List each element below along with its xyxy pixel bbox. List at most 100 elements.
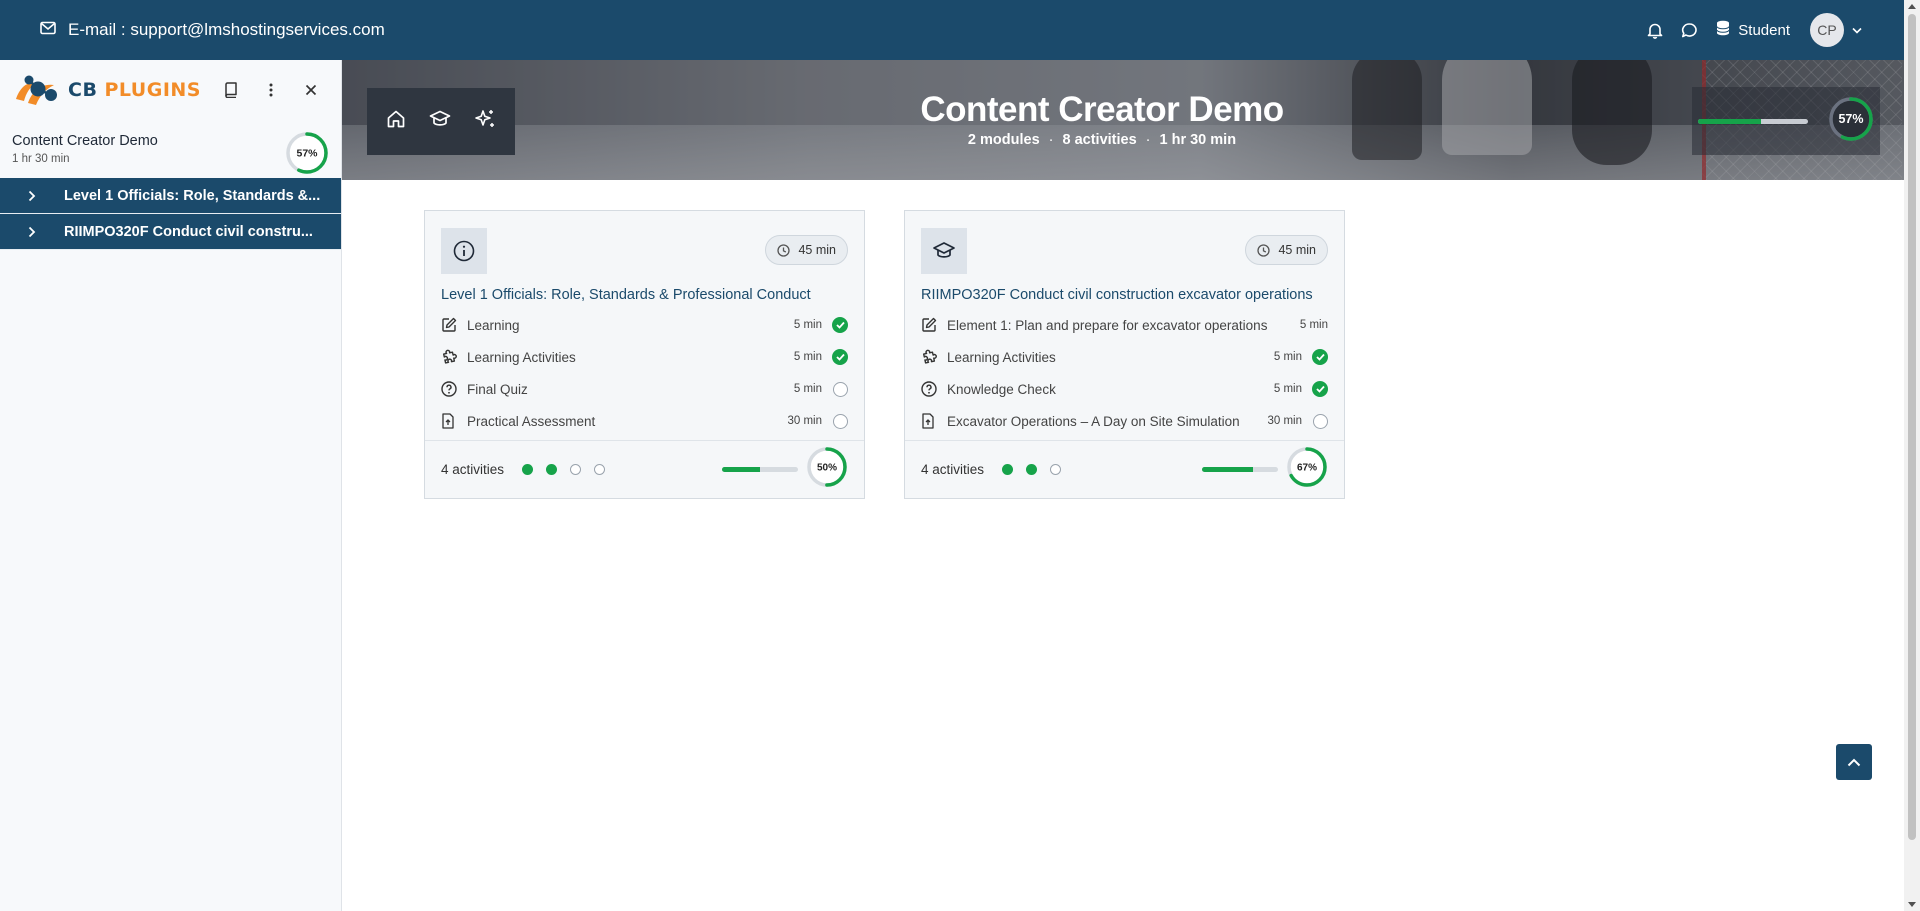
- activity-dot-incomplete: [594, 464, 606, 475]
- logo-word-cb: CB: [68, 79, 98, 101]
- clock-icon: [777, 243, 791, 257]
- module-footer: 4 activities 50%: [425, 440, 864, 498]
- scroll-up-arrow-icon[interactable]: [1908, 4, 1916, 9]
- support-email[interactable]: E-mail : support@lmshostingservices.com: [40, 20, 385, 40]
- scroll-down-arrow-icon[interactable]: [1908, 902, 1916, 907]
- question-icon: [921, 381, 947, 397]
- activity-dot-complete: [1002, 464, 1014, 475]
- activity-time: 5 min: [1273, 351, 1302, 363]
- activity-dot-incomplete: [1050, 464, 1062, 475]
- avatar[interactable]: CP: [1810, 13, 1844, 47]
- scroll-to-top-button[interactable]: [1836, 744, 1872, 780]
- course-hero-banner: Content Creator Demo 2 modules · 8 activit…: [342, 60, 1904, 180]
- chevron-down-icon[interactable]: [1852, 27, 1862, 34]
- clock-icon: [1257, 243, 1271, 257]
- course-progress-fill: [1698, 118, 1761, 124]
- completed-check-icon: [832, 349, 848, 365]
- top-bar: E-mail : support@lmshostingservices.com …: [0, 0, 1904, 60]
- sidebar-course-duration: 1 hr 30 min: [12, 153, 70, 165]
- page-scrollbar[interactable]: [1904, 0, 1920, 911]
- edit-icon: [441, 317, 467, 333]
- chevron-right-icon: [0, 226, 64, 238]
- activity-row[interactable]: Learning Activities 5 min: [921, 341, 1328, 373]
- activity-row[interactable]: Learning Activities 5 min: [441, 341, 848, 373]
- activity-label: Practical Assessment: [467, 413, 596, 429]
- scrollbar-thumb[interactable]: [1908, 14, 1916, 840]
- activity-time: 5 min: [1299, 319, 1328, 331]
- module-progress-label: 67%: [1297, 463, 1317, 474]
- course-sidebar: CB PLUGINS Content Creator Demo 1 hr 30 …: [0, 60, 342, 911]
- hero-title-block: Content Creator Demo 2 modules · 8 activit…: [342, 90, 1862, 148]
- activity-label: Excavator Operations – A Day on Site Sim…: [947, 413, 1240, 429]
- role-label: Student: [1738, 21, 1790, 39]
- activity-row[interactable]: Final Quiz 5 min: [441, 373, 848, 405]
- module-title[interactable]: Level 1 Officials: Role, Standards & Pro…: [441, 287, 811, 303]
- activity-dots: [522, 464, 618, 475]
- module-progress-bar: [1202, 467, 1278, 472]
- sidebar-module-1[interactable]: Level 1 Officials: Role, Standards &...: [0, 178, 341, 214]
- more-options-icon[interactable]: [251, 83, 291, 97]
- book-icon[interactable]: [211, 82, 251, 98]
- module-card-2[interactable]: 45 min RIIMPO320F Conduct civil construc…: [904, 210, 1345, 499]
- course-progress-label: 57%: [1838, 112, 1863, 126]
- sidebar-module-label: RIIMPO320F Conduct civil constru...: [64, 223, 313, 240]
- activity-list: Element 1: Plan and prepare for excavato…: [921, 309, 1328, 437]
- module-duration: 45 min: [1278, 243, 1316, 257]
- activity-count: 4 activities: [441, 462, 505, 477]
- module-duration-badge: 45 min: [1245, 235, 1328, 265]
- course-meta: 2 modules · 8 activities · 1 hr 30 min: [342, 132, 1862, 148]
- info-icon: [453, 240, 475, 262]
- puzzle-icon: [441, 349, 467, 366]
- logo-mark-icon: [16, 75, 57, 105]
- database-icon: [1716, 20, 1738, 40]
- activity-count: 4 activities: [921, 462, 985, 477]
- close-icon[interactable]: [291, 84, 331, 96]
- activity-row[interactable]: Learning 5 min: [441, 309, 848, 341]
- bell-icon[interactable]: [1647, 22, 1663, 39]
- activity-list: Learning 5 min Learning Activities 5 min…: [441, 309, 848, 437]
- meta-separator: ·: [1048, 132, 1054, 148]
- question-icon: [441, 381, 467, 397]
- sidebar-course-title: Content Creator Demo: [12, 133, 158, 149]
- module-progress-fill: [722, 467, 760, 472]
- course-title: Content Creator Demo: [920, 90, 1284, 129]
- module-card-1[interactable]: 45 min Level 1 Officials: Role, Standard…: [424, 210, 865, 499]
- file-upload-icon: [921, 413, 947, 429]
- course-duration: 1 hr 30 min: [1159, 132, 1237, 148]
- chat-icon[interactable]: [1681, 22, 1698, 39]
- module-duration: 45 min: [798, 243, 836, 257]
- activity-row[interactable]: Knowledge Check 5 min: [921, 373, 1328, 405]
- meta-separator: ·: [1145, 132, 1151, 148]
- graduation-cap-icon: [933, 242, 955, 258]
- incomplete-circle-icon: [832, 413, 848, 429]
- puzzle-icon: [921, 349, 947, 366]
- activity-time: 30 min: [1267, 415, 1302, 427]
- sidebar-progress-label: 57%: [296, 148, 318, 160]
- sidebar-header: CB PLUGINS: [0, 60, 341, 120]
- chevron-right-icon: [0, 190, 64, 202]
- activity-row[interactable]: Excavator Operations – A Day on Site Sim…: [921, 405, 1328, 437]
- course-modules-count: 2 modules: [967, 132, 1040, 148]
- cb-plugins-logo[interactable]: CB PLUGINS: [14, 73, 201, 107]
- sidebar-course-info: Content Creator Demo 1 hr 30 min 57%: [0, 120, 341, 178]
- module-icon-box: [441, 228, 487, 274]
- sidebar-progress-ring: 57%: [285, 131, 329, 180]
- activity-row[interactable]: Practical Assessment 30 min: [441, 405, 848, 437]
- activity-time: 5 min: [793, 351, 822, 363]
- course-progress-bar: [1698, 118, 1808, 124]
- incomplete-circle-icon: [832, 381, 848, 397]
- module-title[interactable]: RIIMPO320F Conduct civil construction ex…: [921, 287, 1313, 303]
- activity-time: 5 min: [1273, 383, 1302, 395]
- module-progress-ring: 67%: [1286, 446, 1328, 493]
- sidebar-module-2[interactable]: RIIMPO320F Conduct civil constru...: [0, 214, 341, 250]
- chevron-up-icon: [1847, 758, 1861, 766]
- support-email-text: E-mail : support@lmshostingservices.com: [68, 20, 385, 39]
- role-switcher[interactable]: Student: [1716, 20, 1790, 40]
- module-duration-badge: 45 min: [765, 235, 848, 265]
- activity-row[interactable]: Element 1: Plan and prepare for excavato…: [921, 309, 1328, 341]
- activity-label: Knowledge Check: [947, 381, 1056, 397]
- sidebar-module-label: Level 1 Officials: Role, Standards &...: [64, 187, 321, 204]
- module-progress-ring: 50%: [806, 446, 848, 493]
- activity-time: 30 min: [787, 415, 822, 427]
- course-activities-count: 8 activities: [1062, 132, 1137, 148]
